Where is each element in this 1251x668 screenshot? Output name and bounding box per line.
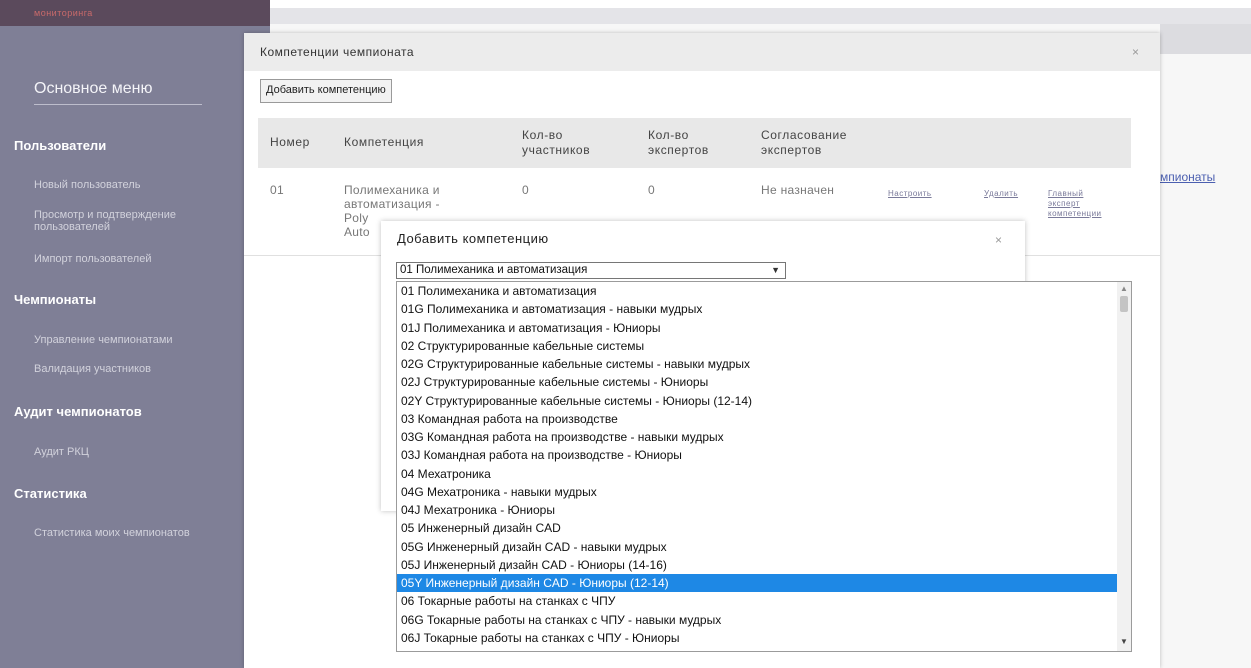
dropdown-option[interactable]: 06J Токарные работы на станках с ЧПУ - Ю… xyxy=(397,629,1119,647)
sidebar-header-text: мониторинга xyxy=(34,8,93,18)
dropdown-option[interactable]: 01J Полимеханика и автоматизация - Юниор… xyxy=(397,319,1119,337)
dropdown-option[interactable]: 03J Командная работа на производстве - Ю… xyxy=(397,446,1119,464)
link-view-confirm-users-line2[interactable]: пользователей xyxy=(34,220,234,234)
link-new-user[interactable]: Новый пользователь xyxy=(34,178,234,192)
row-number: 01 xyxy=(270,183,284,197)
modal-title: Компетенции чемпионата xyxy=(260,45,415,59)
table-header: Номер Компетенция Кол-во участников Кол-… xyxy=(258,118,1131,168)
section-statistics: Статистика xyxy=(14,486,87,501)
dropdown-option[interactable]: 01G Полимеханика и автоматизация - навык… xyxy=(397,300,1119,318)
dropdown-option[interactable]: 04G Мехатроника - навыки мудрых xyxy=(397,483,1119,501)
col-expert-approval: Согласование экспертов xyxy=(761,128,848,157)
dropdown-option[interactable]: 03 Командная работа на производстве xyxy=(397,410,1119,428)
add-competence-button[interactable]: Добавить компетенцию xyxy=(260,79,392,103)
dropdown-option[interactable]: 04 Мехатроника xyxy=(397,465,1119,483)
add-competence-title: Добавить компетенцию xyxy=(397,231,549,246)
link-import-users[interactable]: Импорт пользователей xyxy=(34,252,234,266)
competence-select[interactable]: 01 Полимеханика и автоматизация ▼ xyxy=(396,262,786,279)
main-menu-title: Основное меню xyxy=(34,80,202,105)
chevron-down-icon: ▼ xyxy=(771,265,780,275)
section-users: Пользователи xyxy=(14,138,107,153)
delete-link[interactable]: Удалить xyxy=(984,189,1018,199)
scrollbar-thumb[interactable] xyxy=(1120,296,1128,312)
close-icon[interactable]: × xyxy=(1132,45,1139,59)
row-participants: 0 xyxy=(522,183,529,197)
dropdown-option[interactable]: 01 Полимеханика и автоматизация xyxy=(397,282,1119,300)
dropdown-option[interactable]: 06 Токарные работы на станках с ЧПУ xyxy=(397,592,1119,610)
chief-expert-link[interactable]: Главный эксперт компетенции xyxy=(1048,189,1102,219)
row-experts: 0 xyxy=(648,183,655,197)
col-number: Номер xyxy=(270,135,310,149)
background-top-bar xyxy=(270,8,1251,24)
competence-dropdown-list[interactable]: 01 Полимеханика и автоматизация 01G Полим… xyxy=(396,281,1132,652)
dropdown-option[interactable]: 03G Командная работа на производстве - н… xyxy=(397,428,1119,446)
close-icon[interactable]: × xyxy=(995,233,1002,247)
dropdown-option[interactable]: 02J Структурированные кабельные системы … xyxy=(397,373,1119,391)
dropdown-option[interactable]: 05J Инженерный дизайн CAD - Юниоры (14-1… xyxy=(397,556,1119,574)
link-audit-rkc[interactable]: Аудит РКЦ xyxy=(34,445,234,459)
competence-select-value: 01 Полимеханика и автоматизация xyxy=(400,264,588,276)
sidebar: мониторинга Основное меню Пользователи Н… xyxy=(0,0,270,668)
section-audit: Аудит чемпионатов xyxy=(14,404,142,419)
link-manage-championships[interactable]: Управление чемпионатами xyxy=(34,333,234,347)
row-status: Не назначен xyxy=(761,183,835,197)
configure-link[interactable]: Настроить xyxy=(888,189,932,199)
modal-header: Компетенции чемпионата × xyxy=(244,33,1160,71)
dropdown-option[interactable]: 04J Мехатроника - Юниоры xyxy=(397,501,1119,519)
dropdown-option[interactable]: 06G Токарные работы на станках с ЧПУ - н… xyxy=(397,611,1119,629)
sidebar-header: мониторинга xyxy=(0,0,270,26)
col-participants: Кол-во участников xyxy=(522,128,591,157)
dropdown-option[interactable]: 02Y Структурированные кабельные системы … xyxy=(397,392,1119,410)
dropdown-option[interactable]: 05 Инженерный дизайн CAD xyxy=(397,519,1119,537)
scroll-down-icon[interactable]: ▼ xyxy=(1120,637,1128,646)
link-validate-participants[interactable]: Валидация участников xyxy=(34,362,234,376)
dropdown-option[interactable]: 02 Структурированные кабельные системы xyxy=(397,337,1119,355)
link-my-championship-stats[interactable]: Статистика моих чемпионатов xyxy=(34,526,270,540)
col-experts: Кол-во экспертов xyxy=(648,128,709,157)
scroll-up-icon[interactable]: ▲ xyxy=(1120,284,1128,293)
dropdown-scrollbar[interactable]: ▲ ▼ xyxy=(1117,282,1131,651)
section-championships: Чемпионаты xyxy=(14,292,97,307)
dropdown-option[interactable]: 05G Инженерный дизайн CAD - навыки мудры… xyxy=(397,538,1119,556)
dropdown-option[interactable]: 02G Структурированные кабельные системы … xyxy=(397,355,1119,373)
col-competence: Компетенция xyxy=(344,135,425,149)
dropdown-option[interactable]: 05Y Инженерный дизайн CAD - Юниоры (12-1… xyxy=(397,574,1119,592)
background-championships-link[interactable]: мпионаты xyxy=(1160,170,1215,184)
